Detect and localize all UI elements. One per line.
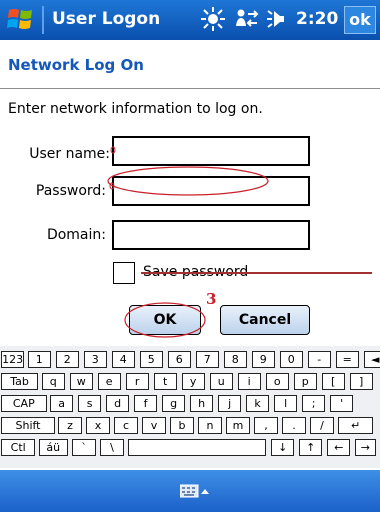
keyboard-key[interactable]: 1 — [27, 351, 51, 368]
keyboard-key[interactable]: w — [69, 373, 93, 390]
keyboard-key[interactable]: r — [125, 373, 149, 390]
keyboard-key[interactable]: , — [254, 417, 278, 434]
instruction-text: Enter network information to log on. — [8, 101, 263, 117]
keyboard-key[interactable]: \ — [100, 439, 124, 456]
keyboard-key[interactable]: 4 — [111, 351, 135, 368]
keyboard-key[interactable]: k — [246, 395, 270, 412]
keyboard-key[interactable]: ] — [349, 373, 373, 390]
keyboard-key[interactable]: 123 — [1, 351, 25, 368]
username-label: User name: — [29, 146, 110, 162]
keyboard-key[interactable]: e — [97, 373, 121, 390]
sun-icon[interactable] — [200, 6, 226, 32]
app-title: User Logon — [52, 9, 161, 29]
keyboard-key[interactable]: ; — [302, 395, 326, 412]
page-title: Network Log On — [8, 56, 144, 74]
keyboard-key[interactable]: a — [50, 395, 74, 412]
keyboard-key[interactable]: 6 — [167, 351, 191, 368]
header-divider — [0, 88, 380, 89]
keyboard-key[interactable]: d — [106, 395, 130, 412]
keyboard-key[interactable]: q — [41, 373, 65, 390]
step-number: 3 — [206, 290, 216, 308]
keyboard-key[interactable]: f — [134, 395, 158, 412]
tab-key[interactable]: Tab — [1, 373, 39, 390]
keyboard-key[interactable]: t — [153, 373, 177, 390]
down-arrow-key[interactable]: ↓ — [271, 439, 295, 456]
password-label: Password: — [35, 183, 106, 199]
keyboard-key[interactable]: g — [162, 395, 186, 412]
keyboard-icon[interactable] — [180, 484, 210, 498]
keyboard-key[interactable]: x — [86, 417, 110, 434]
keyboard-key[interactable]: l — [274, 395, 298, 412]
save-password-checkbox[interactable] — [113, 262, 135, 284]
domain-field[interactable] — [112, 220, 310, 250]
keyboard-key[interactable]: u — [209, 373, 233, 390]
keyboard-key[interactable]: . — [282, 417, 306, 434]
keyboard-key[interactable]: s — [78, 395, 102, 412]
enter-key[interactable]: ↵ — [338, 417, 373, 434]
keyboard-key[interactable]: c — [114, 417, 138, 434]
keyboard-key[interactable]: p — [293, 373, 317, 390]
keyboard-key[interactable]: h — [190, 395, 214, 412]
username-field[interactable] — [112, 136, 310, 166]
keyboard-key[interactable]: n — [198, 417, 222, 434]
title-separator — [42, 6, 44, 34]
keyboard-key[interactable]: - — [307, 351, 331, 368]
shift-key[interactable]: Shift — [1, 417, 55, 434]
keyboard-key[interactable]: m — [226, 417, 250, 434]
keyboard-key[interactable]: 3 — [83, 351, 107, 368]
up-arrow-key[interactable]: ↑ — [299, 439, 323, 456]
space-key[interactable] — [128, 439, 267, 456]
connectivity-icon[interactable] — [233, 6, 259, 32]
keyboard-key[interactable]: y — [181, 373, 205, 390]
keyboard-key[interactable]: ` — [72, 439, 96, 456]
soft-keyboard: 123 1 2 3 4 5 6 7 8 9 0 - = ◄ Tab q w e … — [0, 346, 380, 468]
right-arrow-key[interactable]: → — [355, 439, 376, 456]
clock[interactable]: 2:20 — [296, 9, 338, 29]
keyboard-key[interactable]: o — [265, 373, 289, 390]
title-ok-button[interactable]: ok — [344, 6, 376, 34]
keyboard-key[interactable]: [ — [321, 373, 345, 390]
keyboard-key[interactable]: i — [237, 373, 261, 390]
keyboard-key[interactable]: 9 — [251, 351, 275, 368]
ctrl-key[interactable]: Ctl — [1, 439, 36, 456]
international-key[interactable]: áü — [38, 439, 68, 456]
backspace-key[interactable]: ◄ — [363, 351, 380, 368]
windows-start-icon[interactable] — [4, 4, 36, 36]
keyboard-key[interactable]: z — [58, 417, 82, 434]
caps-key[interactable]: CAP — [1, 395, 47, 412]
left-arrow-key[interactable]: ← — [327, 439, 351, 456]
keyboard-key[interactable]: ' — [330, 395, 354, 412]
keyboard-key[interactable]: 5 — [139, 351, 163, 368]
keyboard-key[interactable]: 2 — [55, 351, 79, 368]
domain-label: Domain: — [46, 227, 106, 243]
title-bar: User Logon 2:20 ok — [0, 0, 380, 40]
keyboard-key[interactable]: 8 — [223, 351, 247, 368]
save-password-label[interactable]: Save password — [143, 264, 248, 280]
keyboard-key[interactable]: = — [335, 351, 359, 368]
cancel-button[interactable]: Cancel — [220, 305, 310, 335]
keyboard-key[interactable]: j — [218, 395, 242, 412]
password-field[interactable] — [112, 176, 310, 206]
keyboard-key[interactable]: v — [142, 417, 166, 434]
keyboard-key[interactable]: 0 — [279, 351, 303, 368]
ok-button[interactable]: OK — [129, 305, 201, 335]
keyboard-key[interactable]: b — [170, 417, 194, 434]
keyboard-key[interactable]: 7 — [195, 351, 219, 368]
keyboard-key[interactable]: / — [310, 417, 334, 434]
volume-icon[interactable] — [266, 6, 292, 32]
